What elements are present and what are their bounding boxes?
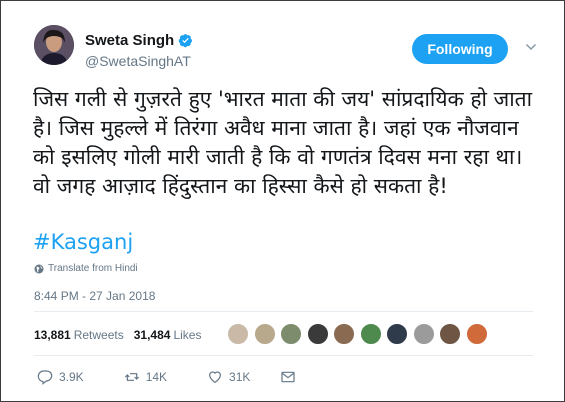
verified-badge-icon [178, 34, 193, 48]
chevron-down-icon[interactable] [525, 41, 537, 53]
following-button[interactable]: Following [412, 34, 508, 64]
liker-avatar[interactable] [253, 323, 276, 345]
author-name-row[interactable]: Sweta Singh [85, 32, 193, 49]
heart-icon [209, 371, 221, 384]
author-handle[interactable]: @SwetaSinghAT [85, 53, 191, 69]
reply-icon [37, 370, 53, 385]
likes-label: Likes [173, 328, 202, 342]
translate-link[interactable]: Translate from Hindi [34, 263, 138, 274]
globe-icon [34, 264, 44, 273]
like-button[interactable]: 31K [207, 369, 250, 385]
like-count: 31K [229, 370, 251, 384]
retweets-label: Retweets [73, 328, 124, 342]
direct-message-button[interactable] [280, 369, 302, 385]
liker-avatar[interactable] [439, 323, 461, 345]
divider-bottom [34, 355, 533, 356]
liker-avatar[interactable] [386, 323, 408, 345]
retweet-icon [124, 373, 139, 381]
liker-avatar[interactable] [412, 323, 435, 345]
tweet-text: जिस गली से गुज़रते हुए 'भारत माता की जय'… [33, 87, 533, 198]
profile-photo-icon [34, 25, 74, 65]
liker-avatar[interactable] [333, 323, 355, 345]
tweet-timestamp[interactable]: 8:44 PM - 27 Jan 2018 [34, 289, 155, 303]
retweet-count: 14K [145, 370, 168, 384]
avatar[interactable] [34, 25, 74, 65]
liker-avatar[interactable] [227, 323, 249, 345]
liker-avatar[interactable] [280, 323, 302, 345]
likes-count: 31,484 [133, 328, 171, 342]
liker-avatars [227, 323, 492, 345]
translate-label: Translate from Hindi [48, 263, 138, 274]
author-name[interactable]: Sweta Singh [85, 32, 174, 49]
tweet-stats: 13,881 Retweets 31,484 Likes [34, 328, 201, 342]
hashtag-link[interactable]: #Kasganj [33, 230, 133, 254]
retweet-button[interactable]: 14K [124, 369, 167, 385]
divider-top [34, 311, 533, 312]
tweet-actions: 3.9K 14K 31K [37, 369, 302, 385]
reply-count: 3.9K [59, 370, 84, 384]
retweets-count: 13,881 [34, 328, 71, 342]
liker-avatar[interactable] [465, 323, 488, 345]
liker-avatar[interactable] [306, 323, 329, 345]
tweet-card: Sweta Singh @SwetaSinghAT Following जिस … [0, 0, 565, 402]
reply-button[interactable]: 3.9K [37, 369, 84, 385]
envelope-icon [281, 371, 296, 383]
retweets-stat[interactable]: 13,881 Retweets [34, 328, 124, 342]
likes-stat[interactable]: 31,484 Likes [134, 328, 202, 342]
liker-avatar[interactable] [359, 323, 382, 345]
